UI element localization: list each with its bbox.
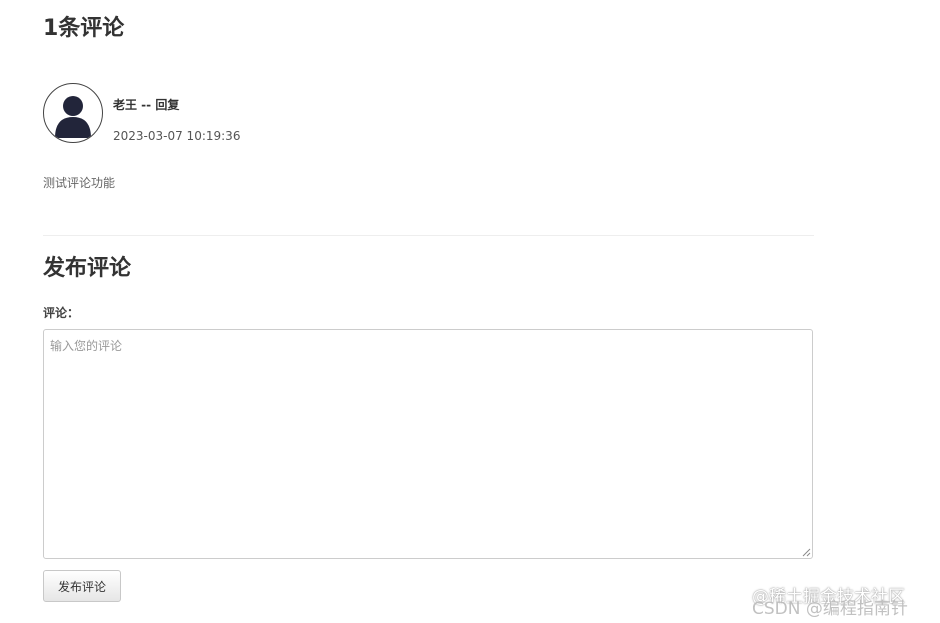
avatar <box>43 83 103 143</box>
comment-timestamp: 2023-03-07 10:19:36 <box>113 129 241 143</box>
submit-comment-button[interactable]: 发布评论 <box>43 570 121 602</box>
resize-grip-icon[interactable] <box>801 547 811 557</box>
post-comment-title: 发布评论 <box>43 256 132 281</box>
comments-count-title: 1条评论 <box>43 16 125 41</box>
section-divider <box>43 235 814 236</box>
watermark-csdn: CSDN @编程指南针 <box>752 599 908 619</box>
comment-field-label: 评论： <box>43 306 80 320</box>
comment-body: 测试评论功能 <box>43 176 116 190</box>
default-user-avatar-icon <box>55 96 91 138</box>
comment-author-reply[interactable]: 老王 -- 回复 <box>113 96 179 113</box>
comment-textarea[interactable] <box>43 329 813 559</box>
